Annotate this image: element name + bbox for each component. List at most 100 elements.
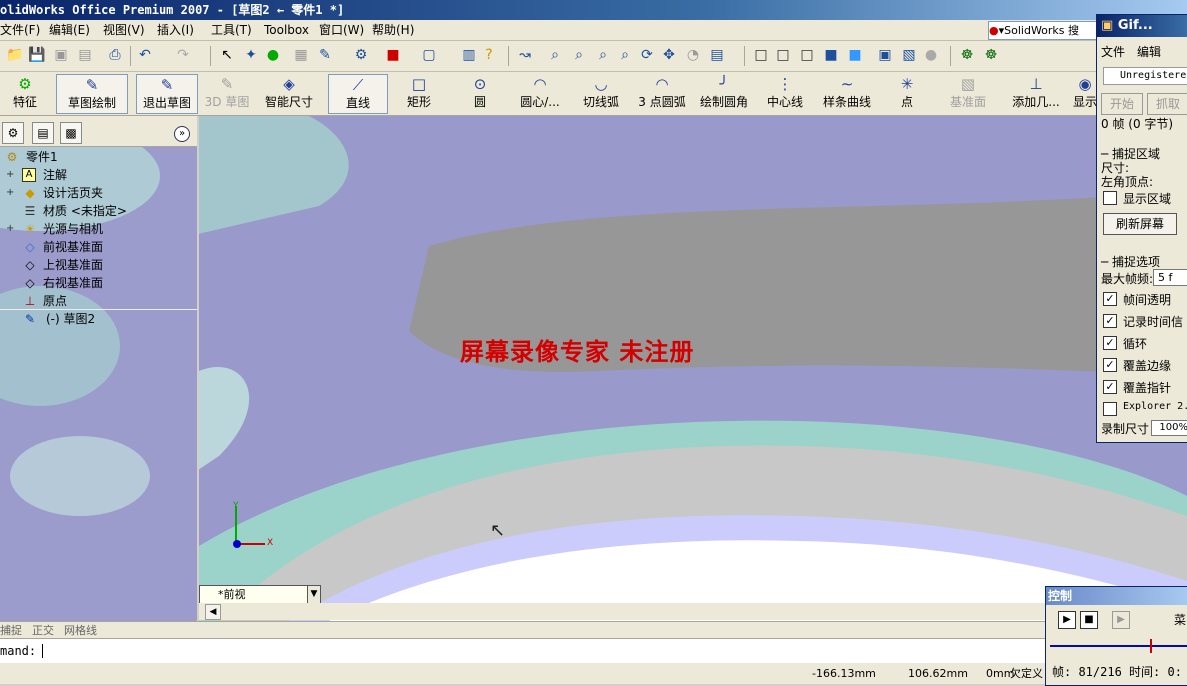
expand-panel-icon[interactable]: » — [174, 126, 190, 142]
smart-dimension-button[interactable]: ◈ 智能尺寸 — [260, 74, 318, 112]
wireframe-icon[interactable]: □ — [752, 46, 770, 64]
save-icon[interactable]: 💾 — [28, 46, 46, 64]
hidden-lines-icon[interactable]: □ — [774, 46, 792, 64]
command-line[interactable]: mand: ​ — [0, 638, 1045, 664]
pointer-checkbox[interactable]: ✓ — [1103, 380, 1117, 394]
line-button[interactable]: ⟋ 直线 — [328, 74, 388, 114]
menu-tools[interactable]: 工具(T) — [211, 22, 252, 38]
grid-icon[interactable]: ▦ — [292, 46, 310, 64]
zoom-in-icon[interactable]: ⌕ — [594, 46, 612, 64]
menu-help[interactable]: 帮助(H) — [372, 22, 414, 38]
zoom-fit-icon[interactable]: ⌕ — [546, 46, 564, 64]
center-arc-button[interactable]: ◠ 圆心/... — [512, 74, 568, 112]
window-title: olidWorks Office Premium 2007 - [草图2 ← 零… — [0, 3, 345, 17]
play-icon[interactable]: ▶ — [1058, 611, 1076, 629]
traffic-light-icon[interactable]: ● — [264, 46, 282, 64]
print-preview-icon[interactable]: ▣ — [52, 46, 70, 64]
menu-view[interactable]: 视图(V) — [103, 22, 145, 38]
zoom-area-icon[interactable]: ⌕ — [570, 46, 588, 64]
property-tab-icon[interactable]: ▤ — [32, 122, 54, 144]
expand-icon[interactable]: + — [6, 166, 16, 184]
fillet-button[interactable]: ╯ 绘制圆角 — [698, 74, 750, 112]
rebuild-icon[interactable]: ⚙ — [352, 46, 370, 64]
shaded-icon[interactable]: ■ — [846, 46, 864, 64]
control-menu[interactable]: 菜 — [1174, 611, 1186, 628]
timeline-track[interactable] — [1050, 645, 1187, 647]
three-point-arc-button[interactable]: ◠ 3 点圆弧 — [636, 74, 688, 112]
menu-file[interactable]: 文件(F) — [0, 22, 40, 38]
print-icon[interactable]: ▤ — [76, 46, 94, 64]
timeline-marker[interactable] — [1150, 639, 1152, 653]
printer-icon[interactable]: ⎙ — [106, 46, 124, 64]
shaded-edges-icon[interactable]: ■ — [822, 46, 840, 64]
options-icon[interactable]: ▢ — [420, 46, 438, 64]
expand-icon[interactable]: + — [6, 184, 16, 202]
explorer-checkbox[interactable] — [1103, 402, 1117, 416]
open-folder-icon[interactable]: 📁 — [6, 46, 24, 64]
next-frame-icon[interactable]: ▶ — [1112, 611, 1130, 629]
realview-icon[interactable]: ● — [922, 46, 940, 64]
addin-icon[interactable]: ☸ — [982, 46, 1000, 64]
3d-sketch-button[interactable]: ✎ 3D 草图 — [202, 74, 252, 112]
sketch-button[interactable]: ✎ 草图绘制 — [56, 74, 128, 114]
scroll-left-icon[interactable]: ◀ — [205, 604, 221, 620]
graphics-viewport[interactable]: Y X ↖ — [199, 116, 1187, 621]
start-button[interactable]: 开始 — [1101, 93, 1143, 115]
rotate-icon[interactable]: ⟳ — [638, 46, 656, 64]
section-view-icon[interactable]: ▣ — [876, 46, 894, 64]
redo-icon[interactable]: ↷ — [174, 46, 192, 64]
feature-tree-tab-icon[interactable]: ⚙ — [2, 122, 24, 144]
add-relation-button[interactable]: ⊥ 添加几... — [1008, 74, 1064, 112]
view-name-combo[interactable]: *前视 ▼ — [199, 585, 321, 604]
loop-checkbox[interactable]: ✓ — [1103, 336, 1117, 350]
zoom-out-icon[interactable]: ⌕ — [616, 46, 634, 64]
display-button[interactable]: ◉ 显示 — [1072, 74, 1098, 112]
grid-toggle[interactable]: 网格线 — [64, 622, 97, 638]
pan-icon[interactable]: ✥ — [660, 46, 678, 64]
rectangle-button[interactable]: □ 矩形 — [398, 74, 440, 112]
gif-menu-file[interactable]: 文件 — [1101, 43, 1125, 60]
expand-icon[interactable]: + — [6, 220, 16, 238]
help-icon[interactable]: ? — [480, 46, 498, 64]
menu-edit[interactable]: 编辑(E) — [49, 22, 90, 38]
macro-icon[interactable]: ☸ — [958, 46, 976, 64]
hidden-removed-icon[interactable]: □ — [798, 46, 816, 64]
plane-button[interactable]: ▧ 基准面 — [946, 74, 990, 112]
box-icon[interactable]: ■ — [384, 46, 402, 64]
exit-sketch-button[interactable]: ✎ 退出草图 — [136, 74, 198, 114]
undo-icon[interactable]: ↶ — [136, 46, 154, 64]
record-size-input[interactable]: 100% — [1151, 420, 1187, 436]
view-orientation-icon[interactable]: ▤ — [708, 46, 726, 64]
stop-icon[interactable]: ■ — [1080, 611, 1098, 629]
features-button[interactable]: ⚙ 特征 — [0, 74, 50, 112]
point-button[interactable]: ✳ 点 — [896, 74, 918, 112]
tangent-arc-button[interactable]: ◡ 切线弧 — [578, 74, 624, 112]
menu-insert[interactable]: 插入(I) — [157, 22, 194, 38]
select-arrow-icon[interactable]: ↖ — [218, 46, 236, 64]
select-filter-icon[interactable]: ✦ — [242, 46, 260, 64]
capture-button[interactable]: 抓取 — [1147, 93, 1187, 115]
transparent-checkbox[interactable]: ✓ — [1103, 292, 1117, 306]
refresh-screen-button[interactable]: 刷新屏幕 — [1103, 213, 1177, 235]
menu-toolbox[interactable]: Toolbox — [264, 22, 309, 38]
ortho-toggle[interactable]: 正交 — [32, 622, 54, 638]
measure-icon[interactable]: ↝ — [516, 46, 534, 64]
config-tab-icon[interactable]: ▩ — [60, 122, 82, 144]
shadows-icon[interactable]: ▧ — [900, 46, 918, 64]
horizontal-scrollbar[interactable]: ◀ — [199, 603, 1045, 620]
max-fps-input[interactable]: 5 f — [1153, 269, 1187, 286]
spline-button[interactable]: ∼ 样条曲线 — [820, 74, 874, 112]
edge-checkbox[interactable]: ✓ — [1103, 358, 1117, 372]
roll-icon[interactable]: ◔ — [684, 46, 702, 64]
sketch-tool-icon[interactable]: ✎ — [316, 46, 334, 64]
record-time-checkbox[interactable]: ✓ — [1103, 314, 1117, 328]
chevron-down-icon[interactable]: ▼ — [307, 586, 320, 603]
show-area-checkbox[interactable] — [1103, 191, 1117, 205]
centerline-button[interactable]: ⋮ 中心线 — [764, 74, 806, 112]
gif-menu-edit[interactable]: 编辑 — [1137, 43, 1161, 60]
window-icon[interactable]: ▥ — [460, 46, 478, 64]
solidworks-search[interactable]: ●▾SolidWorks 搜 — [988, 21, 1098, 40]
circle-button[interactable]: ⊙ 圆 — [462, 74, 498, 112]
menu-window[interactable]: 窗口(W) — [319, 22, 364, 38]
snap-toggle[interactable]: 捕捉 — [0, 622, 22, 638]
